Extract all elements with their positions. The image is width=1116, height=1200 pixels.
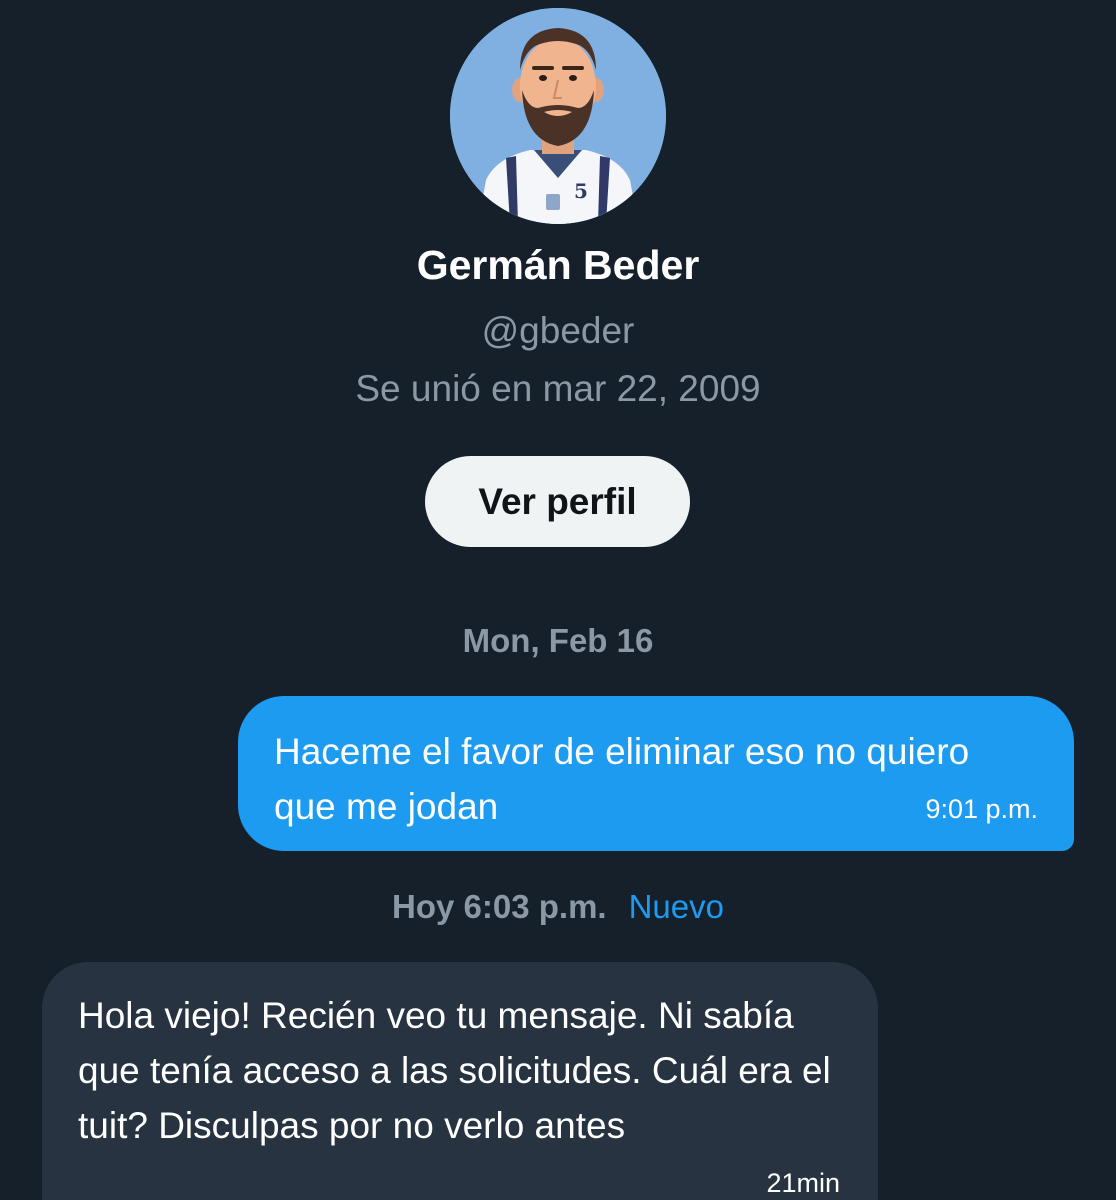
profile-joined-date: Se unió en mar 22, 2009: [355, 368, 761, 409]
svg-text:5: 5: [574, 179, 588, 203]
avatar[interactable]: 5: [450, 8, 666, 224]
message-text: Haceme el favor de eliminar eso no quier…: [274, 731, 970, 827]
profile-handle: @gbeder: [481, 310, 635, 351]
message-timestamp: 9:01 p.m.: [925, 794, 1038, 824]
incoming-message-bubble[interactable]: Hola viejo! Recién veo tu mensaje. Ni sa…: [42, 962, 878, 1200]
view-profile-button[interactable]: Ver perfil: [425, 456, 690, 547]
message-text: Hola viejo! Recién veo tu mensaje. Ni sa…: [78, 995, 831, 1146]
new-badge: Nuevo: [628, 888, 724, 925]
profile-display-name: Germán Beder: [416, 242, 700, 288]
dm-conversation-screen: 5 Germán Beder @gbeder Se unió en mar 22…: [0, 0, 1116, 1200]
outgoing-message-bubble[interactable]: Haceme el favor de eliminar eso no quier…: [238, 696, 1074, 851]
new-messages-separator: Hoy 6:03 p.m. Nuevo: [0, 888, 1116, 926]
avatar-illustration: 5: [450, 8, 666, 224]
message-timestamp: 21min: [766, 1168, 840, 1198]
date-separator: Mon, Feb 16: [462, 622, 654, 659]
separator-time: Hoy 6:03 p.m.: [392, 888, 607, 925]
